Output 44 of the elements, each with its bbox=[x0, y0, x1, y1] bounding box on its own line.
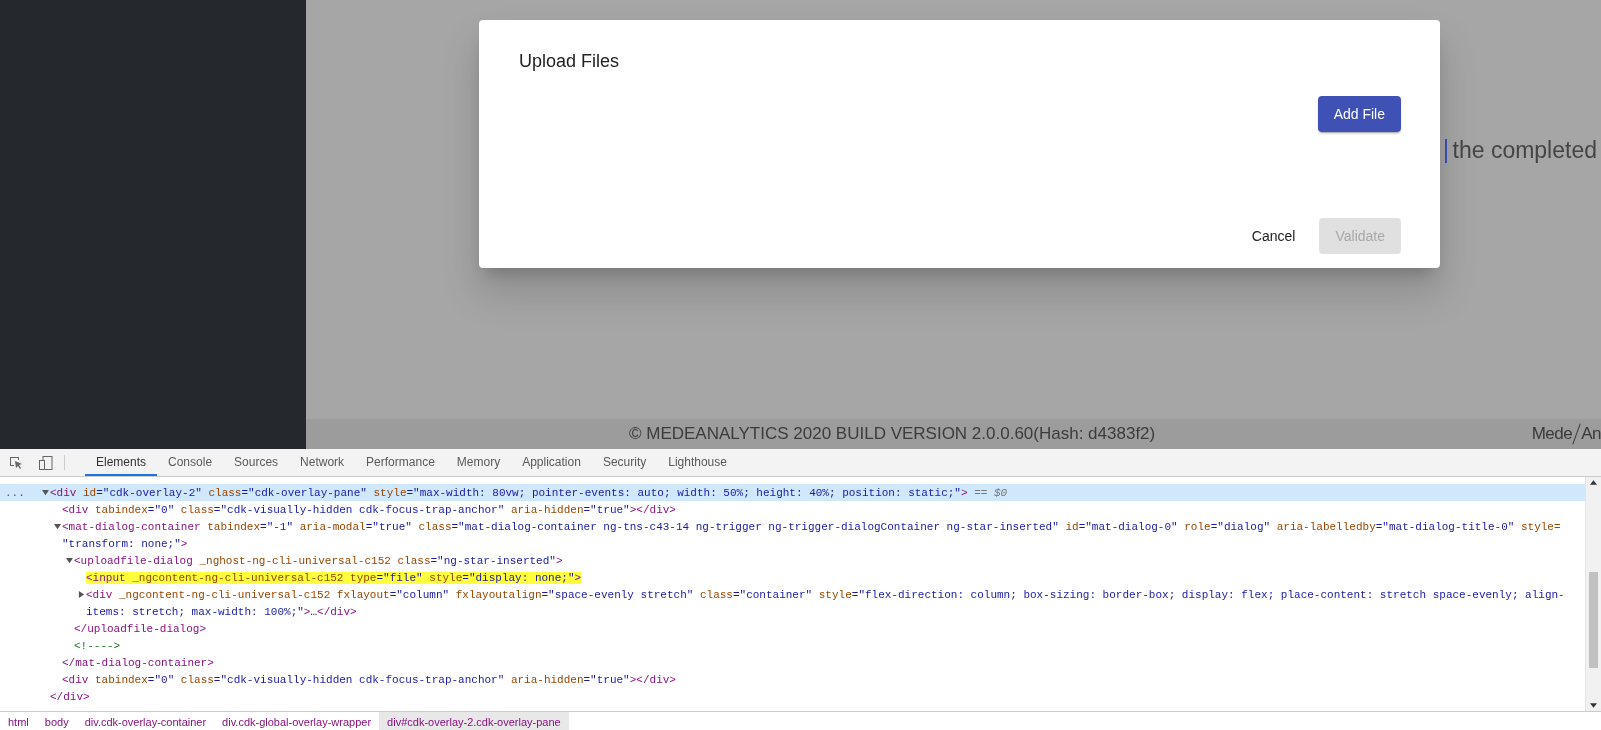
logo: Mede An bbox=[1531, 423, 1601, 445]
scrollbar-thumb[interactable] bbox=[1589, 572, 1598, 668]
dialog-title: Upload Files bbox=[519, 51, 621, 72]
code-line[interactable]: <div tabindex="0" class="cdk-visually-hidden cdk-focus-trap-anchor" aria-hidden="true"></div> bbox=[62, 503, 676, 516]
code-line[interactable]: "transform: none;"> bbox=[62, 537, 188, 550]
code-line[interactable]: <div _ngcontent-ng-cli-universal-c152 fxlayout="column" fxlayoutalign="space-evenly stretch" class="container" style="flex-direction: column; box-sizing: border-box; display: flex; place-content: stretch space-evenly; align- bbox=[86, 588, 1565, 601]
devtools-tab[interactable]: Application bbox=[511, 449, 592, 476]
devtools-tab[interactable]: Console bbox=[157, 449, 224, 476]
breadcrumb[interactable]: html bbox=[0, 712, 37, 730]
devtools-tab[interactable]: Performance bbox=[355, 449, 446, 476]
code-line[interactable]: <mat-dialog-container tabindex="-1" aria-modal="true" class="mat-dialog-container ng-tns-c43-14 ng-trigger ng-trigger-dialogContainer ng-star-inserted" id="mat-dialog-0" role="dialog" aria-labelledby="mat-dialog-title-0" style= bbox=[62, 520, 1561, 533]
scroll-down-icon[interactable] bbox=[1590, 703, 1597, 708]
collapsed-arrow-icon[interactable] bbox=[77, 591, 85, 598]
code-line[interactable]: items: stretch; max-width: 100%;">…</div> bbox=[86, 605, 357, 618]
expanded-arrow-icon[interactable] bbox=[41, 489, 49, 496]
code-line[interactable]: </mat-dialog-container> bbox=[62, 656, 214, 669]
breadcrumb[interactable]: div#cdk-overlay-2.cdk-overlay-pane bbox=[379, 712, 569, 730]
ellipsis-marker[interactable]: ... bbox=[5, 486, 25, 499]
breadcrumb[interactable]: div.cdk-overlay-container bbox=[76, 712, 215, 730]
breadcrumb[interactable]: body bbox=[36, 712, 77, 730]
inspect-icon[interactable] bbox=[8, 454, 24, 471]
page-text: the completed bbox=[1452, 137, 1597, 164]
text-cursor bbox=[1444, 139, 1447, 163]
devtools-tab[interactable]: Memory bbox=[445, 449, 512, 476]
devtools-tab[interactable]: Security bbox=[591, 449, 658, 476]
device-icon[interactable] bbox=[38, 454, 54, 471]
code-line[interactable]: <div id="cdk-overlay-2" class="cdk-overlay-pane" style="max-width: 80vw; pointer-events: auto; width: 50%; height: 40%; position: static;"> == $0 bbox=[50, 486, 1008, 499]
cancel-button[interactable]: Cancel bbox=[1235, 218, 1312, 254]
code-line[interactable]: </div> bbox=[50, 690, 90, 703]
expanded-arrow-icon[interactable] bbox=[53, 523, 61, 530]
code-line[interactable]: <div tabindex="0" class="cdk-visually-hidden cdk-focus-trap-anchor" aria-hidden="true"></div> bbox=[62, 673, 676, 686]
devtools-tab[interactable]: Network bbox=[289, 449, 356, 476]
devtools-tab[interactable]: Sources bbox=[223, 449, 290, 476]
devtools-tab[interactable]: Elements bbox=[85, 449, 158, 476]
expanded-arrow-icon[interactable] bbox=[65, 557, 73, 564]
code-line[interactable]: </uploadfile-dialog> bbox=[74, 622, 207, 635]
devtools-tab[interactable]: Lighthouse bbox=[657, 449, 738, 476]
code-line[interactable]: <uploadfile-dialog _nghost-ng-cli-universal-c152 class="ng-star-inserted"> bbox=[74, 554, 563, 567]
code-line[interactable]: <!----> bbox=[74, 639, 121, 652]
breadcrumb[interactable]: div.cdk-global-overlay-wrapper bbox=[214, 712, 380, 730]
add-file-button[interactable]: Add File bbox=[1317, 96, 1401, 132]
scrollbar[interactable] bbox=[1585, 477, 1601, 711]
footer-text: © MEDEANALYTICS 2020 BUILD VERSION 2.0.0.60(Hash: d4383f2) bbox=[629, 424, 1156, 444]
scroll-up-icon[interactable] bbox=[1590, 480, 1597, 485]
